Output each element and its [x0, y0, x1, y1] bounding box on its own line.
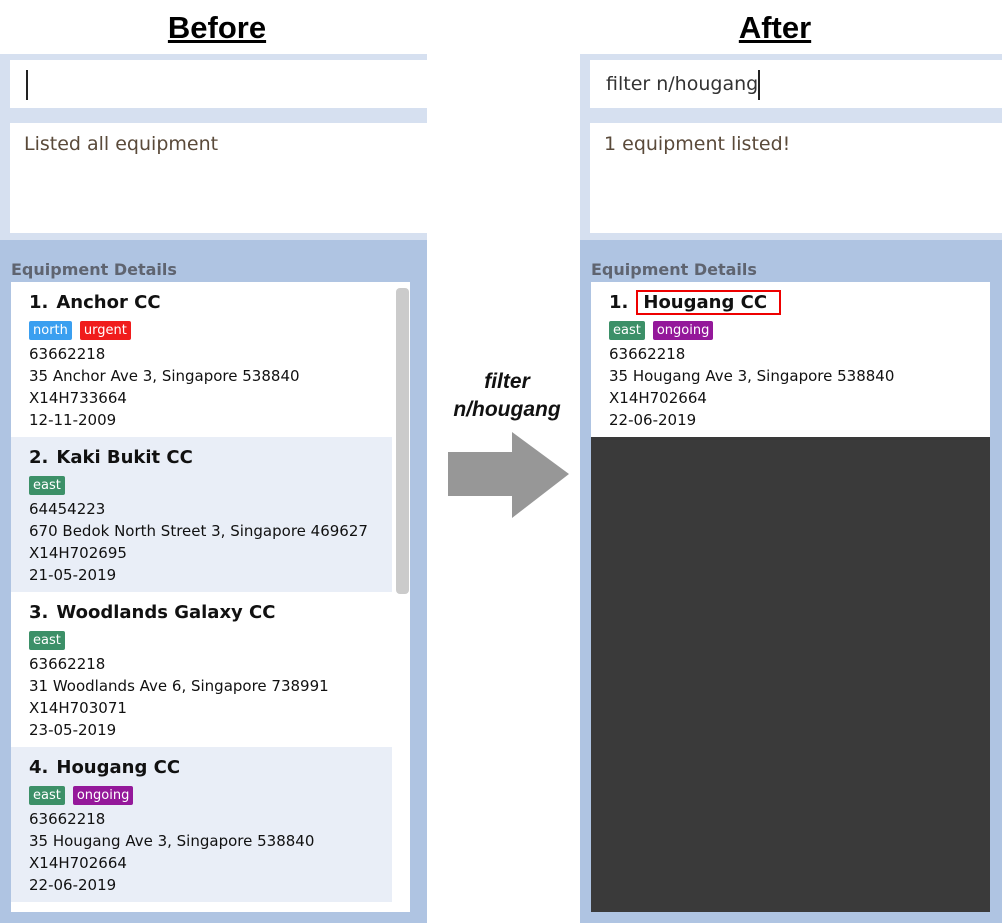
text-caret [758, 69, 761, 100]
card-address: 670 Bedok North Street 3, Singapore 4696… [29, 522, 368, 540]
card-address: 35 Hougang Ave 3, Singapore 538840 [29, 832, 315, 850]
equipment-card[interactable]: 4. Hougang CC east ongoing 63662218 35 Hougan… [11, 747, 392, 902]
card-name: Hougang CC [56, 757, 181, 778]
card-date: 21-05-2019 [29, 566, 117, 584]
card-index: 1. [609, 292, 629, 313]
tag-north: north [29, 321, 72, 340]
card-serial: X14H702695 [29, 544, 127, 562]
tag-list: east [29, 629, 410, 653]
scrollbar[interactable] [396, 288, 409, 594]
card-serial: X14H733664 [29, 389, 127, 407]
card-date: 23-05-2019 [29, 721, 117, 739]
card-index: 2. [29, 447, 49, 468]
card-date: 22-06-2019 [29, 876, 117, 894]
result-display: Listed all equipment [10, 123, 427, 233]
card-title: 1. Hougang CC [609, 290, 990, 319]
tag-list: north urgent [29, 319, 410, 343]
card-title: 2. Kaki Bukit CC [29, 447, 392, 474]
right-arrow-icon [448, 432, 569, 518]
tag-east: east [609, 321, 645, 340]
card-title: 1. Anchor CC [29, 292, 410, 319]
card-title: 3. Woodlands Galaxy CC [29, 602, 410, 629]
list-label: Equipment Details [11, 260, 177, 279]
text-caret [26, 69, 28, 100]
card-date: 22-06-2019 [609, 411, 697, 429]
card-address: 35 Hougang Ave 3, Singapore 538840 [609, 367, 895, 385]
list-label: Equipment Details [591, 260, 757, 279]
card-date: 12-11-2009 [29, 411, 117, 429]
after-panel: filter n/hougang 1 equipment listed! Equ… [580, 54, 1002, 923]
command-input[interactable] [10, 60, 427, 108]
equipment-list[interactable]: 1. Anchor CC north urgent 63662218 35 Anchor … [11, 282, 410, 912]
command-area: filter n/hougang 1 equipment listed! [580, 54, 1002, 240]
tag-ongoing: ongoing [652, 321, 714, 340]
card-index: 3. [29, 602, 49, 623]
card-address: 31 Woodlands Ave 6, Singapore 738991 [29, 677, 329, 695]
card-phone: 63662218 [29, 810, 106, 828]
card-index: 4. [29, 757, 49, 778]
tag-urgent: urgent [79, 321, 131, 340]
equipment-card[interactable]: 1. Anchor CC north urgent 63662218 35 Anchor … [11, 282, 410, 437]
equipment-list-panel: Equipment Details 1. Anchor CC north urgent… [0, 240, 427, 923]
before-heading: Before [167, 10, 267, 45]
tag-ongoing: ongoing [72, 786, 134, 805]
card-serial: X14H702664 [29, 854, 127, 872]
after-heading: After [738, 10, 812, 45]
tag-list: east ongoing [609, 319, 990, 343]
tag-east: east [29, 631, 65, 650]
card-serial: X14H703071 [29, 699, 127, 717]
equipment-list[interactable]: 1. Hougang CC east ongoing 63662218 35 Hougan… [591, 282, 990, 912]
card-phone: 63662218 [609, 345, 686, 363]
tag-list: east [29, 474, 392, 498]
equipment-list-panel: Equipment Details 1. Hougang CC east ongoin… [580, 240, 1002, 923]
card-phone: 64454223 [29, 500, 106, 518]
equipment-card[interactable]: 1. Hougang CC east ongoing 63662218 35 Hougan… [591, 282, 990, 437]
card-index: 1. [29, 292, 49, 313]
equipment-card[interactable]: 2. Kaki Bukit CC east 64454223 670 Bedok Nor… [11, 437, 392, 592]
card-title: 4. Hougang CC [29, 757, 392, 784]
equipment-card[interactable]: 3. Woodlands Galaxy CC east 63662218 31 Wood… [11, 592, 410, 747]
card-address: 35 Anchor Ave 3, Singapore 538840 [29, 367, 300, 385]
command-input[interactable]: filter n/hougang [590, 60, 1002, 108]
card-phone: 63662218 [29, 345, 106, 363]
empty-list-area [591, 437, 990, 912]
arrow-label-line1: filter [484, 370, 530, 393]
card-name: Kaki Bukit CC [56, 447, 193, 468]
card-name: Woodlands Galaxy CC [56, 602, 276, 623]
card-name: Anchor CC [56, 292, 161, 313]
before-panel: Listed all equipment Equipment Details 1… [0, 54, 427, 923]
tag-east: east [29, 476, 65, 495]
command-area: Listed all equipment [0, 54, 427, 240]
tag-list: east ongoing [29, 784, 392, 808]
card-phone: 63662218 [29, 655, 106, 673]
result-display: 1 equipment listed! [590, 123, 1002, 233]
card-serial: X14H702664 [609, 389, 707, 407]
card-name: Hougang CC [636, 290, 782, 315]
arrow-label-line2: n/hougang [453, 398, 561, 421]
tag-east: east [29, 786, 65, 805]
